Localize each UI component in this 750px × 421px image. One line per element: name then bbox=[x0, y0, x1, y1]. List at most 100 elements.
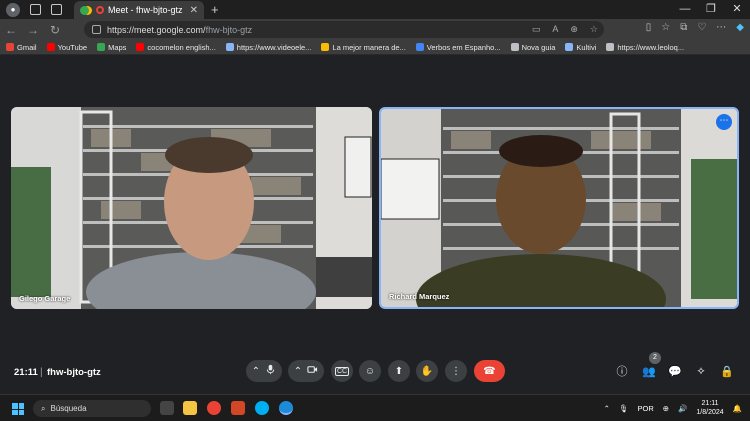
chat-icon[interactable]: 💬 bbox=[668, 364, 682, 378]
zoom-icon[interactable]: ⊕ bbox=[570, 24, 578, 35]
network-icon[interactable]: ⊕ bbox=[663, 404, 669, 413]
captions-button[interactable]: CC bbox=[331, 360, 353, 382]
bookmark-label: Nova guia bbox=[521, 42, 556, 52]
url-text: https://meet.google.com/fhw-bjto-gtz bbox=[107, 25, 252, 35]
photos-app-icon[interactable] bbox=[231, 401, 245, 415]
mic-control: ⌃ bbox=[246, 360, 282, 382]
maximize-button[interactable]: ❐ bbox=[698, 0, 724, 19]
workspaces-icon[interactable] bbox=[30, 4, 41, 15]
present-icon: ⬆ bbox=[394, 365, 404, 377]
tray-chevron-icon[interactable]: ⌃ bbox=[604, 404, 610, 413]
language-indicator[interactable]: POR bbox=[638, 404, 654, 413]
collections-icon[interactable]: ⧉ bbox=[680, 22, 687, 33]
bookmark-item[interactable]: YouTube bbox=[46, 42, 88, 52]
system-tray: ⌃ 🎙 POR ⊕ 🔊 21:11 1/8/2024 🔔 bbox=[604, 399, 742, 417]
meeting-details-icon[interactable]: ⓘ bbox=[615, 364, 629, 378]
new-tab-button[interactable]: + bbox=[211, 2, 219, 17]
bookmark-item[interactable]: Kultivi bbox=[565, 43, 596, 52]
meeting-clock: 21:11 bbox=[14, 366, 38, 378]
forward-icon[interactable]: → bbox=[22, 23, 44, 37]
participant-tile-2[interactable]: ⋯ Richard Marquez bbox=[379, 107, 739, 309]
skype-icon[interactable] bbox=[255, 401, 269, 415]
bookmark-item[interactable]: https://www.leoloq... bbox=[606, 43, 684, 52]
bookmark-favicon-icon bbox=[97, 43, 106, 51]
participant-video-2 bbox=[381, 109, 737, 307]
camera-options-chevron-icon[interactable]: ⌃ bbox=[294, 366, 302, 377]
bookmark-item[interactable]: La mejor manera de... bbox=[321, 42, 406, 52]
close-window-button[interactable]: ✕ bbox=[724, 0, 750, 19]
meeting-code: fhw-bjto-gtz bbox=[47, 366, 101, 378]
favorite-star-icon[interactable]: ☆ bbox=[590, 24, 598, 35]
bookmark-label: YouTube bbox=[57, 42, 88, 52]
people-count-badge: 2 bbox=[649, 352, 661, 364]
camera-permission-icon[interactable]: ▭ bbox=[532, 24, 541, 35]
hang-up-icon: ☎ bbox=[483, 365, 496, 377]
camera-control: ⌃ bbox=[288, 360, 324, 382]
bookmark-favicon-icon bbox=[321, 43, 330, 51]
bookmark-item[interactable]: Gmail bbox=[6, 43, 37, 52]
hand-icon: ✋ bbox=[420, 365, 434, 377]
bookmark-label: La mejor manera de... bbox=[332, 42, 406, 52]
host-controls-icon[interactable]: 🔒 bbox=[720, 364, 734, 378]
extensions-icon[interactable]: ♡ bbox=[697, 22, 706, 33]
close-tab-icon[interactable]: ✕ bbox=[190, 5, 198, 16]
more-options-button[interactable]: ⋮ bbox=[445, 360, 467, 382]
bookmark-label: Gmail bbox=[17, 42, 37, 52]
participant-name-2: Richard Marquez bbox=[389, 292, 450, 301]
lock-icon[interactable] bbox=[92, 25, 101, 34]
url-host: https://meet.google.com/ bbox=[107, 24, 206, 35]
bookmark-favicon-icon bbox=[6, 43, 14, 51]
bookmark-item[interactable]: Maps bbox=[97, 43, 126, 52]
start-button[interactable] bbox=[12, 403, 24, 415]
taskbar-search[interactable]: ⌕ Búsqueda bbox=[33, 400, 151, 417]
activities-icon[interactable]: ⟡ bbox=[694, 364, 708, 378]
tray-time: 21:11 bbox=[701, 400, 719, 407]
notifications-icon[interactable]: 🔔 bbox=[733, 404, 742, 413]
bookmark-favicon-icon bbox=[415, 43, 424, 51]
meeting-separator: | bbox=[40, 366, 43, 378]
emoji-icon: ☺ bbox=[364, 365, 376, 377]
bookmark-item[interactable]: Nova guia bbox=[510, 42, 556, 52]
meet-stage: Gilego Garage ⋯ Richard Marquez 21:11 | … bbox=[0, 56, 750, 394]
raise-hand-button[interactable]: ✋ bbox=[416, 360, 438, 382]
file-explorer-icon[interactable] bbox=[183, 401, 197, 415]
microphone-icon[interactable] bbox=[265, 364, 276, 378]
participant-tile-1[interactable]: Gilego Garage bbox=[11, 107, 372, 309]
task-view-icon[interactable] bbox=[160, 401, 174, 415]
tab-actions-icon[interactable] bbox=[51, 4, 62, 15]
chrome-icon[interactable] bbox=[207, 401, 221, 415]
tab-meet[interactable]: Meet - fhw-bjto-gtz ✕ bbox=[74, 1, 204, 19]
split-screen-icon[interactable]: ▯ bbox=[646, 22, 652, 33]
omnibox-actions: ▭ A ⊕ ☆ bbox=[532, 24, 598, 35]
leave-call-button[interactable]: ☎ bbox=[474, 360, 505, 382]
url-bar[interactable]: https://meet.google.com/fhw-bjto-gtz ▭ A… bbox=[84, 21, 604, 38]
copilot-icon[interactable]: ◆ bbox=[736, 22, 744, 33]
meet-control-bar: 21:11 | fhw-bjto-gtz ⌃ ⌃ CC ☺ ⬆ ✋ ⋮ ☎ ⓘ … bbox=[0, 355, 750, 389]
more-icon[interactable]: ⋯ bbox=[716, 22, 726, 33]
bookmark-label: https://www.videoele... bbox=[236, 42, 312, 52]
volume-icon[interactable]: 🔊 bbox=[678, 404, 687, 413]
search-label: Búsqueda bbox=[50, 404, 87, 413]
tray-date: 1/8/2024 bbox=[696, 409, 724, 416]
tray-clock[interactable]: 21:11 1/8/2024 bbox=[696, 399, 723, 417]
minimize-button[interactable]: — bbox=[672, 0, 698, 19]
people-icon[interactable]: 👥 bbox=[642, 364, 656, 378]
read-aloud-icon[interactable]: A bbox=[552, 24, 558, 35]
bookmark-item[interactable]: Verbos em Espanho... bbox=[415, 43, 501, 52]
profile-avatar[interactable]: ● bbox=[6, 2, 20, 17]
back-icon[interactable]: ← bbox=[0, 23, 22, 37]
bookmark-favicon-icon bbox=[46, 43, 55, 51]
present-screen-button[interactable]: ⬆ bbox=[388, 360, 410, 382]
edge-icon[interactable] bbox=[279, 401, 293, 415]
bookmark-item[interactable]: cocomelon english... bbox=[136, 43, 216, 52]
reactions-button[interactable]: ☺ bbox=[359, 360, 381, 382]
mic-tray-icon[interactable]: 🎙 bbox=[619, 404, 629, 413]
tile-more-options-icon[interactable]: ⋯ bbox=[716, 114, 732, 130]
reload-icon[interactable]: ↻ bbox=[44, 23, 66, 37]
bookmark-item[interactable]: https://www.videoele... bbox=[225, 42, 312, 52]
favorites-icon[interactable]: ☆ bbox=[661, 22, 670, 33]
bookmarks-bar: Gmail YouTube Maps cocomelon english... http… bbox=[0, 40, 750, 55]
mic-options-chevron-icon[interactable]: ⌃ bbox=[252, 366, 260, 377]
recording-icon bbox=[96, 6, 104, 14]
camera-icon[interactable] bbox=[307, 364, 318, 378]
